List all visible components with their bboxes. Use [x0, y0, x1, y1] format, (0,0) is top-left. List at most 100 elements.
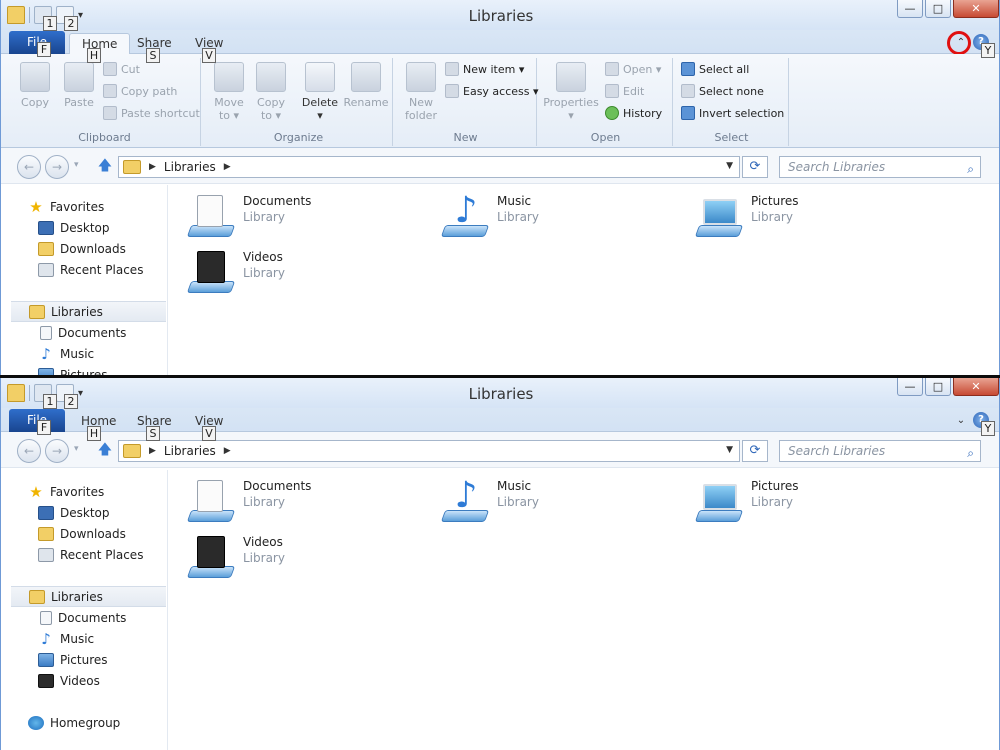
- easy-access-icon: [445, 84, 459, 98]
- nav-item-homegroup[interactable]: Homegroup: [1, 712, 167, 733]
- nav-item-desktop[interactable]: Desktop: [1, 502, 167, 523]
- group-clipboard: Copy Paste Cut Copy path Paste shortcut …: [9, 58, 201, 146]
- nav-item-libraries[interactable]: Libraries: [11, 301, 166, 322]
- forward-button[interactable]: →: [45, 155, 69, 179]
- breadcrumb-libraries[interactable]: Libraries: [164, 444, 216, 458]
- nav-item-recent-places[interactable]: Recent Places: [1, 259, 167, 280]
- easy-access-button[interactable]: Easy access ▾: [445, 84, 539, 98]
- recent-locations-icon[interactable]: ▾: [74, 444, 79, 454]
- up-arrow-icon[interactable]: 🡅: [96, 157, 114, 175]
- back-button[interactable]: ←: [17, 439, 41, 463]
- edit-button[interactable]: Edit: [605, 84, 644, 98]
- copy-button[interactable]: Copy: [15, 62, 55, 109]
- library-item-videos[interactable]: Videos Library: [186, 534, 285, 580]
- nav-item-music[interactable]: ♪ Music: [1, 628, 167, 649]
- library-item-pictures[interactable]: Pictures Library: [694, 193, 799, 239]
- search-icon[interactable]: ⌕: [967, 443, 974, 463]
- history-icon: [605, 106, 619, 120]
- breadcrumb-arrow-icon[interactable]: ▶: [149, 162, 156, 172]
- move-to-icon: [214, 62, 244, 92]
- maximize-button[interactable]: □: [925, 378, 951, 396]
- up-arrow-icon[interactable]: 🡅: [96, 441, 114, 459]
- delete-button[interactable]: Delete ▾: [299, 62, 341, 122]
- music-note-icon: ♪: [41, 629, 51, 648]
- nav-item-videos[interactable]: Videos: [1, 670, 167, 691]
- new-folder-button[interactable]: New folder: [401, 62, 441, 122]
- rename-button[interactable]: Rename: [343, 62, 389, 109]
- copy-to-button[interactable]: Copy to ▾: [251, 62, 291, 122]
- paste-button[interactable]: Paste: [59, 62, 99, 109]
- forward-button[interactable]: →: [45, 439, 69, 463]
- nav-item-documents[interactable]: Documents: [1, 322, 167, 343]
- library-item-music[interactable]: ♪ Music Library: [440, 193, 539, 239]
- refresh-icon[interactable]: ⟳: [742, 156, 768, 178]
- copy-path-button[interactable]: Copy path: [103, 84, 177, 98]
- address-box[interactable]: ▶ Libraries ▶ ▼: [118, 440, 740, 462]
- breadcrumb-arrow-icon[interactable]: ▶: [224, 446, 231, 456]
- close-button[interactable]: ✕: [953, 378, 999, 396]
- breadcrumb-arrow-icon[interactable]: ▶: [224, 162, 231, 172]
- delete-label-2: ▾: [317, 109, 323, 122]
- nav-item-favorites[interactable]: ★ Favorites: [1, 481, 167, 502]
- libraries-icon: [29, 304, 45, 319]
- recent-locations-icon[interactable]: ▾: [74, 160, 79, 170]
- library-type: Library: [243, 266, 285, 280]
- nav-item-pictures[interactable]: Pictures: [1, 364, 167, 375]
- scissors-icon: [103, 62, 117, 76]
- copy-icon: [20, 62, 50, 92]
- paste-shortcut-button[interactable]: Paste shortcut: [103, 106, 200, 120]
- nav-item-recent-places[interactable]: Recent Places: [1, 544, 167, 565]
- title-bar[interactable]: ▾ 1 2 Libraries — □ ✕: [1, 378, 999, 410]
- search-input[interactable]: Search Libraries ⌕: [779, 156, 981, 178]
- library-item-music[interactable]: ♪ Music Library: [440, 478, 539, 524]
- refresh-icon[interactable]: ⟳: [742, 440, 768, 462]
- library-name: Documents: [243, 194, 312, 208]
- breadcrumb-libraries[interactable]: Libraries: [164, 160, 216, 174]
- address-box[interactable]: ▶ Libraries ▶ ▼: [118, 156, 740, 178]
- history-label: History: [623, 106, 663, 120]
- move-to-label-2: to ▾: [218, 109, 240, 122]
- select-none-button[interactable]: Select none: [681, 84, 764, 98]
- new-item-button[interactable]: New item ▾: [445, 62, 524, 76]
- expand-ribbon-icon[interactable]: ⌄: [953, 413, 969, 429]
- nav-item-downloads[interactable]: Downloads: [1, 523, 167, 544]
- invert-selection-button[interactable]: Invert selection: [681, 106, 784, 120]
- minimize-button[interactable]: —: [897, 378, 923, 396]
- search-icon[interactable]: ⌕: [967, 159, 974, 179]
- maximize-button[interactable]: □: [925, 0, 951, 18]
- highlight-circle: [947, 31, 971, 55]
- keytip-share: S: [146, 426, 160, 441]
- cut-button[interactable]: Cut: [103, 62, 140, 76]
- address-dropdown-icon[interactable]: ▼: [726, 445, 733, 455]
- select-all-button[interactable]: Select all: [681, 62, 749, 76]
- music-library-icon: ♪: [440, 193, 490, 239]
- library-item-videos[interactable]: Videos Library: [186, 249, 285, 295]
- group-label-select: Select: [714, 131, 749, 144]
- window-controls: — □ ✕: [897, 0, 999, 18]
- properties-button[interactable]: Properties ▾: [541, 62, 601, 122]
- document-icon: [40, 610, 52, 625]
- search-input[interactable]: Search Libraries ⌕: [779, 440, 981, 462]
- nav-item-pictures[interactable]: Pictures: [1, 649, 167, 670]
- nav-item-documents[interactable]: Documents: [1, 607, 167, 628]
- library-item-pictures[interactable]: Pictures Library: [694, 478, 799, 524]
- library-item-documents[interactable]: Documents Library: [186, 193, 312, 239]
- library-item-documents[interactable]: Documents Library: [186, 478, 311, 524]
- nav-item-favorites[interactable]: ★ Favorites: [1, 196, 167, 217]
- nav-item-desktop[interactable]: Desktop: [1, 217, 167, 238]
- group-open: Properties ▾ Open ▾ Edit History Open: [539, 58, 673, 146]
- open-button[interactable]: Open ▾: [605, 62, 661, 76]
- minimize-button[interactable]: —: [897, 0, 923, 18]
- window-controls: — □ ✕: [897, 378, 999, 396]
- back-button[interactable]: ←: [17, 155, 41, 179]
- move-to-button[interactable]: Move to ▾: [209, 62, 249, 122]
- close-button[interactable]: ✕: [953, 0, 999, 18]
- nav-item-libraries[interactable]: Libraries: [11, 586, 166, 607]
- address-dropdown-icon[interactable]: ▼: [726, 161, 733, 171]
- nav-item-music[interactable]: ♪ Music: [1, 343, 167, 364]
- history-button[interactable]: History: [605, 106, 662, 120]
- title-bar[interactable]: ▾ 1 2 Libraries — □ ✕: [1, 0, 999, 32]
- breadcrumb-arrow-icon[interactable]: ▶: [149, 446, 156, 456]
- nav-item-downloads[interactable]: Downloads: [1, 238, 167, 259]
- address-bar-row: ← → ▾ 🡅 ▶ Libraries ▶ ▼ ⟳ Search Librari…: [1, 148, 999, 184]
